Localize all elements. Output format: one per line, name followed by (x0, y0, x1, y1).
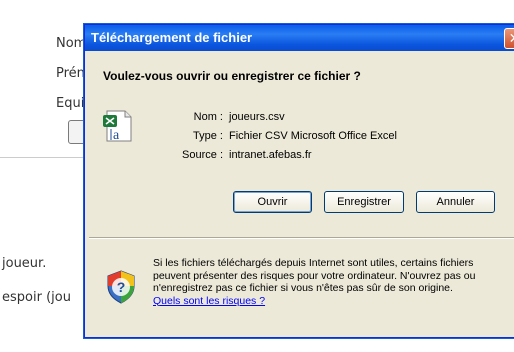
label-nom: Nom (56, 36, 87, 51)
info-name-value: joueurs.csv (229, 111, 285, 123)
close-button[interactable]: ✕ (504, 28, 514, 49)
dialog-title: Téléchargement de fichier (91, 30, 253, 45)
label-equipe: Equi (56, 96, 85, 111)
save-button[interactable]: Enregistrer (324, 191, 404, 213)
dialog-question: Voulez-vous ouvrir ou enregistrer ce fic… (103, 69, 361, 83)
svg-text:?: ? (117, 279, 126, 295)
cancel-button[interactable]: Annuler (416, 191, 495, 213)
security-shield-icon: ? (105, 269, 137, 305)
file-download-dialog: Téléchargement de fichier ✕ Voulez-vous … (84, 24, 514, 338)
security-warning: Si les fichiers téléchargés depuis Inter… (153, 257, 513, 307)
dialog-separator (89, 237, 514, 239)
info-source-value: intranet.afebas.fr (229, 149, 312, 161)
text-espoir: espoir (jou (2, 290, 71, 305)
svg-text:a: a (113, 128, 120, 143)
security-warning-text: Si les fichiers téléchargés depuis Inter… (153, 257, 476, 294)
info-type-label: Type : (193, 130, 223, 142)
close-icon: ✕ (509, 31, 514, 47)
open-button[interactable]: Ouvrir (233, 191, 312, 213)
excel-csv-icon: a (103, 109, 135, 143)
label-prenom: Prén (56, 66, 85, 81)
text-joueur: joueur. (2, 256, 47, 271)
info-type-value: Fichier CSV Microsoft Office Excel (229, 130, 397, 142)
dialog-titlebar[interactable]: Téléchargement de fichier (85, 25, 514, 51)
divider (0, 157, 96, 158)
info-source-label: Source : (182, 149, 223, 161)
info-name-label: Nom : (193, 111, 223, 123)
risks-link[interactable]: Quels sont les risques ? (153, 295, 513, 308)
